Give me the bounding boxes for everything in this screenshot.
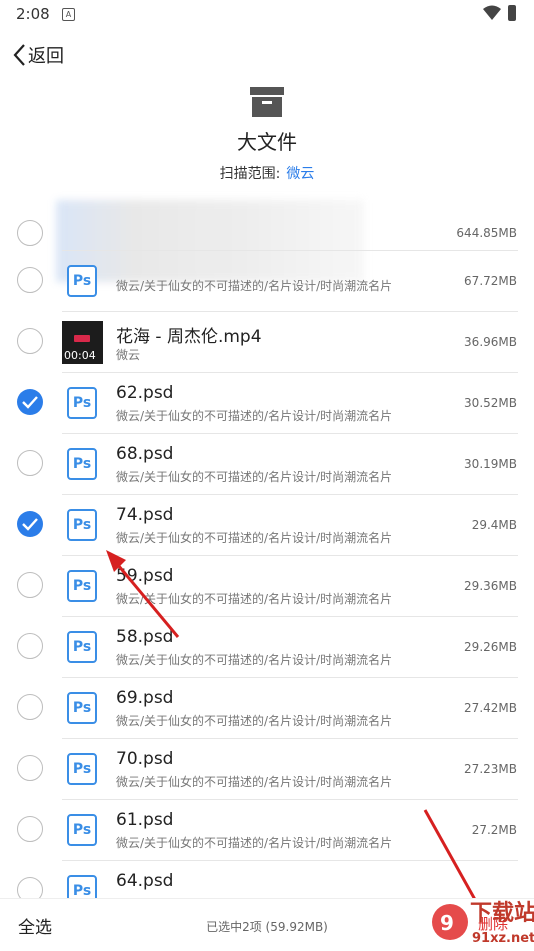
file-name: 59.psd — [116, 566, 174, 586]
checkbox-unchecked[interactable] — [17, 450, 43, 476]
file-row[interactable]: 00:04 花海 - 周杰伦.mp4 微云 36.96MB — [0, 312, 534, 373]
svg-text:91xz.net: 91xz.net — [472, 931, 534, 946]
file-name: 62.psd — [116, 383, 174, 403]
photoshop-file-icon: Ps — [67, 387, 97, 419]
photoshop-file-icon: Ps — [67, 692, 97, 724]
file-path: 微云/关于仙女的不可描述的/名片设计/时尚潮流名片 — [116, 775, 393, 789]
file-size: 67.72MB — [464, 274, 517, 288]
photoshop-file-icon: Ps — [67, 814, 97, 846]
file-row[interactable]: Ps 62.psd 微云/关于仙女的不可描述的/名片设计/时尚潮流名片 30.52MB — [0, 373, 534, 434]
battery-icon — [508, 5, 516, 21]
checkbox-unchecked[interactable] — [17, 755, 43, 781]
checkbox-checked[interactable] — [17, 389, 43, 415]
video-logo-badge — [74, 335, 90, 342]
wifi-icon — [483, 5, 501, 20]
file-size: 27.23MB — [464, 762, 517, 776]
checkbox-checked[interactable] — [17, 511, 43, 537]
file-path: 微云/关于仙女的不可描述的/名片设计/时尚潮流名片 — [116, 836, 393, 850]
file-path: 微云/关于仙女的不可描述的/名片设计/时尚潮流名片 — [116, 592, 393, 606]
file-row[interactable]: Ps 61.psd 微云/关于仙女的不可描述的/名片设计/时尚潮流名片 27.2MB — [0, 800, 534, 861]
file-path: 微云/关于仙女的不可描述的/名片设计/时尚潮流名片 — [116, 653, 393, 667]
page-title: 大文件 — [237, 130, 297, 154]
video-duration: 00:04 — [64, 349, 96, 362]
scope-value-link[interactable]: 微云 — [286, 166, 314, 182]
file-path: 微云/关于仙女的不可描述的/名片设计/时尚潮流名片 — [116, 279, 393, 293]
photoshop-file-icon: Ps — [67, 631, 97, 663]
file-name: 69.psd — [116, 688, 174, 708]
file-row[interactable]: 644.85MB — [0, 200, 534, 282]
file-path: 微云/关于仙女的不可描述的/名片设计/时尚潮流名片 — [116, 714, 393, 728]
file-path: 微云/关于仙女的不可描述的/名片设计/时尚潮流名片 — [116, 470, 393, 484]
archive-box-icon — [250, 87, 284, 117]
file-size: 29.26MB — [464, 640, 517, 654]
checkbox-unchecked[interactable] — [17, 572, 43, 598]
photoshop-file-icon: Ps — [67, 265, 97, 297]
file-row[interactable]: Ps 59.psd 微云/关于仙女的不可描述的/名片设计/时尚潮流名片 29.36MB — [0, 556, 534, 617]
checkbox-unchecked[interactable] — [17, 633, 43, 659]
file-size: 29.4MB — [471, 518, 517, 532]
checkbox-unchecked[interactable] — [17, 694, 43, 720]
checkbox-unchecked[interactable] — [17, 328, 43, 354]
chevron-left-icon — [13, 44, 25, 66]
file-path: 微云 — [116, 348, 141, 362]
back-label: 返回 — [28, 46, 64, 67]
file-row[interactable]: Ps 69.psd 微云/关于仙女的不可描述的/名片设计/时尚潮流名片 27.42MB — [0, 678, 534, 739]
checkbox-unchecked[interactable] — [17, 267, 43, 293]
file-size: 644.85MB — [456, 226, 517, 240]
file-name: 花海 - 周杰伦.mp4 — [116, 327, 262, 347]
file-size: 30.52MB — [464, 396, 517, 410]
scope-label: 扫描范围: — [219, 166, 281, 182]
file-row[interactable]: Ps 微云/关于仙女的不可描述的/名片设计/时尚潮流名片 67.72MB — [0, 251, 534, 312]
file-size: 36.96MB — [464, 335, 517, 349]
status-time: 2:08 — [16, 5, 50, 23]
file-size: 27.42MB — [464, 701, 517, 715]
photoshop-file-icon: Ps — [67, 509, 97, 541]
photoshop-file-icon: Ps — [67, 753, 97, 785]
scan-scope: 扫描范围: 微云 — [0, 163, 534, 183]
photoshop-file-icon: Ps — [67, 570, 97, 602]
file-list: 644.85MB Ps 微云/关于仙女的不可描述的/名片设计/时尚潮流名片 67.72… — [0, 200, 534, 922]
file-row[interactable]: Ps 74.psd 微云/关于仙女的不可描述的/名片设计/时尚潮流名片 29.4MB — [0, 495, 534, 556]
file-row[interactable]: Ps 68.psd 微云/关于仙女的不可描述的/名片设计/时尚潮流名片 30.19MB — [0, 434, 534, 495]
checkbox-unchecked[interactable] — [17, 220, 43, 246]
notification-icon: A — [62, 8, 75, 21]
svg-text:下载站: 下载站 — [470, 900, 534, 926]
file-path: 微云/关于仙女的不可描述的/名片设计/时尚潮流名片 — [116, 531, 393, 545]
svg-text:9: 9 — [440, 911, 454, 935]
file-name: 70.psd — [116, 749, 174, 769]
file-path: 微云/关于仙女的不可描述的/名片设计/时尚潮流名片 — [116, 409, 393, 423]
file-name: 61.psd — [116, 810, 174, 830]
file-row[interactable]: Ps 70.psd 微云/关于仙女的不可描述的/名片设计/时尚潮流名片 27.23MB — [0, 739, 534, 800]
file-size: 30.19MB — [464, 457, 517, 471]
file-row[interactable]: Ps 58.psd 微云/关于仙女的不可描述的/名片设计/时尚潮流名片 29.26MB — [0, 617, 534, 678]
checkbox-unchecked[interactable] — [17, 816, 43, 842]
file-name: 58.psd — [116, 627, 174, 647]
checkmark-icon — [22, 396, 38, 409]
file-size: 27.2MB — [471, 823, 517, 837]
back-button[interactable]: 返回 — [12, 42, 64, 68]
status-bar: 2:08 A — [0, 0, 534, 30]
file-name: 74.psd — [116, 505, 174, 525]
watermark-logo: 9 下载站 91xz.net — [432, 900, 534, 946]
video-thumbnail: 00:04 — [62, 321, 103, 364]
file-name: 68.psd — [116, 444, 174, 464]
file-name: 64.psd — [116, 871, 174, 891]
file-size: 29.36MB — [464, 579, 517, 593]
checkmark-icon — [22, 518, 38, 531]
photoshop-file-icon: Ps — [67, 448, 97, 480]
